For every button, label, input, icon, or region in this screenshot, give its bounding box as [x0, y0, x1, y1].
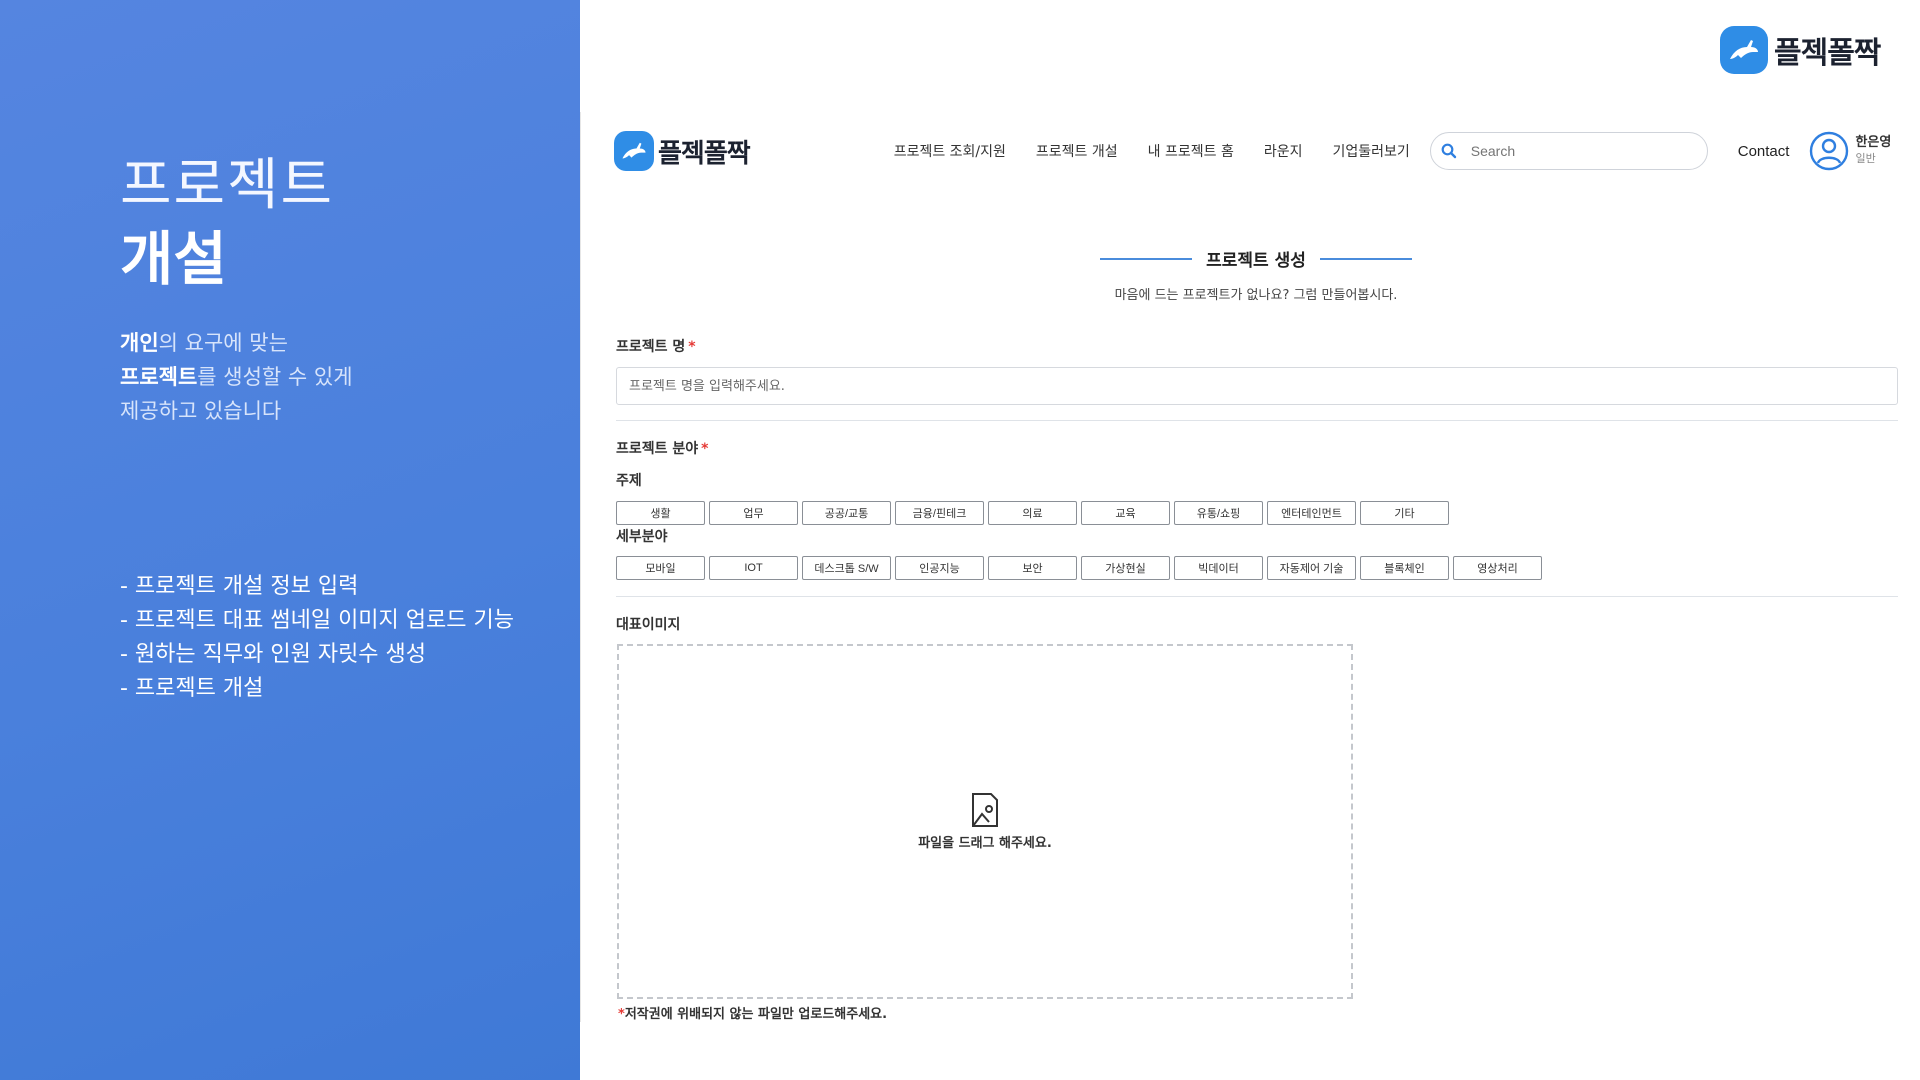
required-mark: *: [618, 1007, 625, 1022]
slide-brand: 플젝폴짝: [1720, 26, 1881, 74]
feature-item: - 프로젝트 개설: [120, 676, 264, 701]
nav-item-project-browse[interactable]: 프로젝트 조회/지원: [894, 141, 1006, 161]
topic-chip[interactable]: 유통/쇼핑: [1174, 501, 1263, 525]
subfield-chip[interactable]: 모바일: [616, 556, 705, 580]
contact-link[interactable]: Contact: [1738, 143, 1790, 160]
dropzone-text: 파일을 드래그 해주세요.: [918, 836, 1052, 851]
nav-item-my-project[interactable]: 내 프로젝트 홈: [1148, 141, 1234, 161]
feature-item: - 프로젝트 대표 썸네일 이미지 업로드 기능: [120, 608, 514, 633]
copyright-note-text: 저작권에 위배되지 않는 파일만 업로드해주세요.: [624, 1007, 888, 1022]
required-mark: *: [701, 441, 709, 457]
subfield-chip[interactable]: IOT: [709, 556, 798, 580]
subfield-chip[interactable]: 블록체인: [1360, 556, 1449, 580]
app-brand-text: 플젝폴짝: [658, 138, 751, 169]
image-upload-icon: [972, 793, 998, 827]
app-header: 플젝폴짝 프로젝트 조회/지원 프로젝트 개설 내 프로젝트 홈 라운지 기업둘…: [614, 128, 1894, 174]
topic-chip[interactable]: 공공/교통: [802, 501, 891, 525]
nav-item-project-create[interactable]: 프로젝트 개설: [1036, 141, 1118, 161]
project-field-label: 프로젝트 분야 *: [616, 438, 708, 458]
heading-line-right: [1319, 257, 1412, 260]
feature-list: - 프로젝트 개설 정보 입력 - 프로젝트 대표 썸네일 이미지 업로드 기능…: [120, 570, 514, 706]
subfield-chip[interactable]: 영상처리: [1453, 556, 1542, 580]
user-avatar-icon: [1810, 131, 1849, 171]
section-title: 프로젝트 생성: [1206, 251, 1306, 271]
left-panel: 프로젝트 개설 개인의 요구에 맞는 프로젝트를 생성할 수 있게 제공하고 있…: [0, 0, 580, 1080]
divider: [616, 596, 1898, 597]
subfield-label: 세부분야: [616, 529, 668, 545]
topic-chip[interactable]: 생활: [616, 501, 705, 525]
project-name-label-text: 프로젝트 명: [616, 339, 686, 355]
subfield-chip[interactable]: 인공지능: [895, 556, 984, 580]
search-box: [1429, 132, 1708, 170]
slide-brand-text: 플젝폴짝: [1774, 36, 1881, 71]
section-subtitle: 마음에 드는 프로젝트가 없나요? 그럼 만들어봅시다.: [1114, 288, 1398, 303]
required-mark: *: [688, 339, 696, 355]
project-name-label: 프로젝트 명 *: [616, 336, 696, 356]
feature-item: - 프로젝트 개설 정보 입력: [120, 574, 359, 599]
user-info: 한은영 일반: [1855, 135, 1891, 167]
desc-rest-2: 를 생성할 수 있게: [197, 365, 353, 389]
subfield-chip[interactable]: 보안: [988, 556, 1077, 580]
user-menu[interactable]: 한은영 일반: [1809, 131, 1891, 171]
search-icon: [1441, 143, 1456, 159]
slide-title-line2: 개설: [120, 225, 227, 293]
heading-line-left: [1100, 257, 1193, 260]
subfield-chip[interactable]: 자동제어 기술: [1267, 556, 1356, 580]
desc-line-2: 프로젝트를 생성할 수 있게: [120, 360, 353, 394]
image-label: 대표이미지: [616, 617, 681, 633]
desc-rest-1: 의 요구에 맞는: [158, 331, 288, 355]
project-field-label-text: 프로젝트 분야: [616, 441, 699, 457]
topic-chip[interactable]: 금융/핀테크: [895, 501, 984, 525]
subfield-chip[interactable]: 빅데이터: [1174, 556, 1263, 580]
desc-line-3: 제공하고 있습니다: [120, 399, 282, 423]
project-name-input[interactable]: [616, 367, 1898, 405]
desc-bold-1: 개인: [120, 331, 159, 355]
nav-item-lounge[interactable]: 라운지: [1264, 141, 1303, 161]
screenshot-edge: [580, 112, 581, 1022]
section-heading: 프로젝트 생성: [1096, 246, 1416, 271]
subfield-chip-row: 모바일 IOT 데스크톱 S/W 인공지능 보안 가상현실 빅데이터 자동제어 …: [616, 556, 1542, 580]
nav-item-companies[interactable]: 기업둘러보기: [1332, 141, 1409, 161]
divider: [616, 420, 1898, 421]
image-dropzone[interactable]: 파일을 드래그 해주세요.: [617, 644, 1353, 999]
rabbit-logo-icon: [1720, 26, 1768, 74]
topic-chip-row: 생활 업무 공공/교통 금융/핀테크 의료 교육 유통/쇼핑 엔터테인먼트 기타: [616, 501, 1449, 525]
desc-line-1: 개인의 요구에 맞는: [120, 326, 353, 360]
copyright-note: *저작권에 위배되지 않는 파일만 업로드해주세요.: [618, 1003, 887, 1022]
slide: 프로젝트 개설 개인의 요구에 맞는 프로젝트를 생성할 수 있게 제공하고 있…: [0, 0, 1920, 1080]
subfield-chip[interactable]: 가상현실: [1081, 556, 1170, 580]
user-role: 일반: [1855, 152, 1876, 165]
main-nav: 프로젝트 조회/지원 프로젝트 개설 내 프로젝트 홈 라운지 기업둘러보기: [894, 141, 1410, 161]
topic-chip[interactable]: 의료: [988, 501, 1077, 525]
app-logo[interactable]: 플젝폴짝: [614, 131, 751, 171]
search-input[interactable]: [1470, 143, 1671, 159]
desc-bold-2: 프로젝트: [120, 365, 198, 389]
subfield-chip[interactable]: 데스크톱 S/W: [802, 556, 891, 580]
topic-chip[interactable]: 기타: [1360, 501, 1449, 525]
topic-chip[interactable]: 업무: [709, 501, 798, 525]
topic-label: 주제: [616, 473, 642, 489]
slide-title-line1: 프로젝트: [120, 153, 335, 218]
feature-item: - 원하는 직무와 인원 자릿수 생성: [120, 642, 427, 667]
topic-chip[interactable]: 교육: [1081, 501, 1170, 525]
slide-description: 개인의 요구에 맞는 프로젝트를 생성할 수 있게 제공하고 있습니다: [120, 326, 353, 428]
user-name: 한은영: [1855, 135, 1892, 150]
rabbit-logo-icon: [614, 131, 654, 171]
topic-chip[interactable]: 엔터테인먼트: [1267, 501, 1356, 525]
